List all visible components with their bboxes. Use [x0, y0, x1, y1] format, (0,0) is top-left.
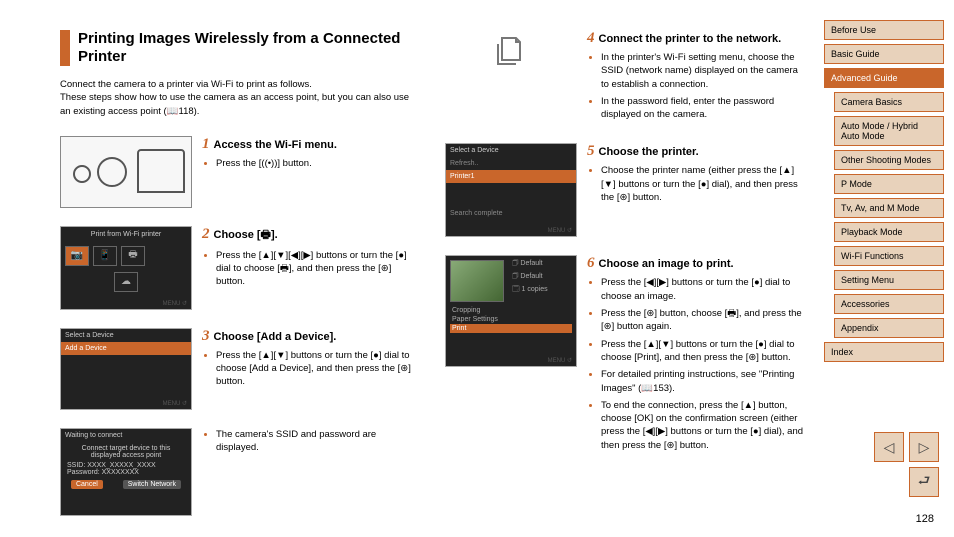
seldev-title: Select a Device — [446, 144, 576, 157]
step6-b4: For detailed printing instructions, see … — [601, 368, 805, 395]
document-icon — [490, 30, 530, 70]
sidebar-item-camera-basics[interactable]: Camera Basics — [834, 92, 944, 112]
nav-back-button[interactable]: ⮐ — [909, 467, 939, 497]
step6-heading: Choose an image to print. — [599, 258, 734, 270]
step4-b2: In the password field, enter the passwor… — [601, 95, 805, 122]
sidebar-item-setting-menu[interactable]: Setting Menu — [834, 270, 944, 290]
seladd-row: Add a Device — [61, 342, 191, 355]
step6-num: 6 — [587, 255, 595, 271]
step5-heading: Choose the printer. — [599, 146, 699, 158]
wait-switch: Switch Network — [123, 480, 181, 489]
sidebar-item-appendix[interactable]: Appendix — [834, 318, 944, 338]
step4-num: 4 — [587, 30, 595, 46]
sidebar-item-basic-guide[interactable]: Basic Guide — [824, 44, 944, 64]
step3-heading: Choose [Add a Device]. — [214, 331, 337, 343]
illustration-camera-top — [60, 136, 192, 208]
step2-title: 2 Choose [🖶]. — [202, 226, 420, 245]
step5-title: 5 Choose the printer. — [587, 143, 805, 160]
screen-print-settings: 🗇 Default 🗇 Default 🗔 1 copies Cropping … — [445, 255, 577, 367]
wait-pw: Password: XXXXXXXX — [61, 469, 191, 480]
step5-num: 5 — [587, 143, 595, 159]
step6-bullets: Press the [◀][▶] buttons or turn the [●]… — [587, 276, 805, 452]
step3-b2: The camera's SSID and password are displ… — [216, 428, 420, 455]
menu-tag2: MENU ↺ — [163, 400, 187, 407]
step3-num: 3 — [202, 328, 210, 344]
print-r6: Print — [450, 324, 572, 333]
sidebar-item-before-use[interactable]: Before Use — [824, 20, 944, 40]
intro-line1: Connect the camera to a printer via Wi-F… — [60, 79, 312, 90]
sidebar-item-playback-mode[interactable]: Playback Mode — [834, 222, 944, 242]
sidebar-item-advanced-guide[interactable]: Advanced Guide — [824, 68, 944, 88]
step6-title: 6 Choose an image to print. — [587, 255, 805, 272]
step3-title: 3 Choose [Add a Device]. — [202, 328, 420, 345]
step2-heading: Choose [🖶]. — [214, 229, 278, 241]
sidebar-item-auto-mode-hybrid-auto-mode[interactable]: Auto Mode / Hybrid Auto Mode — [834, 116, 944, 146]
step4-title: 4 Connect the printer to the network. — [587, 30, 805, 47]
wifi-header: Print from Wi-Fi printer — [61, 227, 191, 242]
step4-heading: Connect the printer to the network. — [599, 33, 782, 45]
sidebar: Before Use Basic Guide Advanced Guide Camer… — [824, 20, 944, 366]
seldev-menu: MENU ↺ — [548, 227, 572, 234]
step5-b1: Choose the printer name (either press th… — [601, 164, 805, 204]
page-title: Printing Images Wirelessly from a Connec… — [78, 30, 420, 66]
step6-b3: Press the [▲][▼] buttons or turn the [●]… — [601, 338, 805, 365]
sidebar-item-other-shooting-modes[interactable]: Other Shooting Modes — [834, 150, 944, 170]
seldev-printer: Printer1 — [446, 170, 576, 183]
wait-msg: Connect target device to this displayed … — [61, 442, 191, 462]
print-thumb — [450, 260, 504, 302]
step3-bullets: Press the [▲][▼] buttons or turn the [●]… — [202, 349, 420, 389]
step1-num: 1 — [202, 136, 210, 152]
nav-prev-button[interactable]: ◁ — [874, 432, 904, 462]
seldev-refresh: Refresh.. — [446, 157, 576, 170]
wait-title: Waiting to connect — [61, 429, 191, 442]
step6-b5: To end the connection, press the [▲] but… — [601, 399, 805, 452]
page-title-block: Printing Images Wirelessly from a Connec… — [60, 30, 420, 66]
step2-num: 2 — [202, 226, 210, 242]
step3-b1: Press the [▲][▼] buttons or turn the [●]… — [216, 349, 420, 389]
wait-ssid: SSID: XXXX_XXXXX_XXXX — [61, 462, 191, 469]
step5-bullets: Choose the printer name (either press th… — [587, 164, 805, 204]
menu-tag: MENU ↺ — [163, 300, 187, 307]
screen-waiting-connect: Waiting to connect Connect target device… — [60, 428, 192, 516]
print-r2: 🗇 Default — [510, 271, 574, 284]
intro-line2: These steps show how to use the camera a… — [60, 92, 409, 116]
print-r3: 🗔 1 copies — [510, 284, 574, 297]
step1-title: 1 Access the Wi-Fi menu. — [202, 136, 420, 153]
wait-cancel: Cancel — [71, 480, 103, 489]
step2-bullets: Press the [▲][▼][◀][▶] buttons or turn t… — [202, 249, 420, 289]
screen-select-device: Select a Device Refresh.. Printer1 Searc… — [445, 143, 577, 237]
step2-b1: Press the [▲][▼][◀][▶] buttons or turn t… — [216, 249, 420, 289]
step3-extra: The camera's SSID and password are displ… — [202, 428, 420, 455]
print-r5: Paper Settings — [450, 315, 572, 324]
intro-text: Connect the camera to a printer via Wi-F… — [60, 78, 420, 118]
sidebar-item-tv-av-and-m-mode[interactable]: Tv, Av, and M Mode — [834, 198, 944, 218]
step4-bullets: In the printer's Wi-Fi setting menu, cho… — [587, 51, 805, 121]
step6-b1: Press the [◀][▶] buttons or turn the [●]… — [601, 276, 805, 303]
step1-bullets: Press the [((•))] button. — [202, 157, 420, 170]
sidebar-item-accessories[interactable]: Accessories — [834, 294, 944, 314]
step6-b2: Press the [⊛] button, choose [🖶], and pr… — [601, 307, 805, 334]
step4-b1: In the printer's Wi-Fi setting menu, cho… — [601, 51, 805, 91]
sidebar-item-wi-fi-functions[interactable]: Wi-Fi Functions — [834, 246, 944, 266]
step1-heading: Access the Wi-Fi menu. — [214, 139, 337, 151]
sidebar-item-p-mode[interactable]: P Mode — [834, 174, 944, 194]
print-menu: MENU ↺ — [548, 357, 572, 364]
sidebar-item-index[interactable]: Index — [824, 342, 944, 362]
print-r4: Cropping — [450, 306, 572, 315]
seladd-title: Select a Device — [61, 329, 191, 342]
page-number: 128 — [916, 513, 934, 525]
nav-next-button[interactable]: ▷ — [909, 432, 939, 462]
screen-select-add-device: Select a Device Add a Device MENU ↺ — [60, 328, 192, 410]
step1-b1: Press the [((•))] button. — [216, 157, 420, 170]
seldev-done: Search complete — [446, 207, 576, 220]
screen-print-from-wifi: Print from Wi-Fi printer 📷📱🖶 ☁ MENU ↺ — [60, 226, 192, 310]
print-r1: 🗇 Default — [510, 258, 574, 271]
